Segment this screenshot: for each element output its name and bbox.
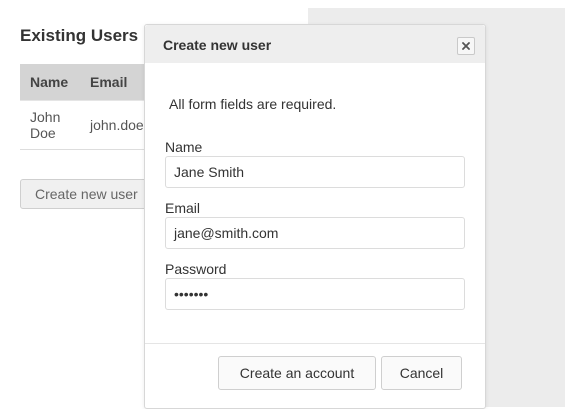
- modal-title: Create new user: [163, 37, 272, 53]
- modal-footer: Create an account Cancel: [145, 343, 485, 390]
- close-button[interactable]: [457, 37, 475, 55]
- cell-name: John Doe: [20, 100, 80, 150]
- name-field-value: Jane Smith: [174, 164, 245, 180]
- name-label: Name: [165, 139, 203, 155]
- email-field[interactable]: jane@smith.com: [165, 217, 465, 249]
- email-label: Email: [165, 200, 201, 216]
- cancel-button[interactable]: Cancel: [381, 356, 462, 390]
- create-user-modal: Create new user All form fields are requ…: [144, 24, 486, 409]
- page-title: Existing Users: [20, 26, 139, 45]
- password-field-value: •••••••: [174, 286, 209, 302]
- password-label: Password: [165, 261, 227, 277]
- close-x-icon: [462, 42, 470, 50]
- column-header-name: Name: [20, 64, 80, 101]
- modal-header: Create new user: [145, 25, 485, 63]
- email-field-value: jane@smith.com: [174, 225, 279, 241]
- create-account-button[interactable]: Create an account: [218, 356, 376, 390]
- name-field[interactable]: Jane Smith: [165, 156, 465, 188]
- form-instructions: All form fields are required.: [169, 96, 337, 112]
- create-new-user-button[interactable]: Create new user: [20, 179, 153, 209]
- password-field[interactable]: •••••••: [165, 278, 465, 310]
